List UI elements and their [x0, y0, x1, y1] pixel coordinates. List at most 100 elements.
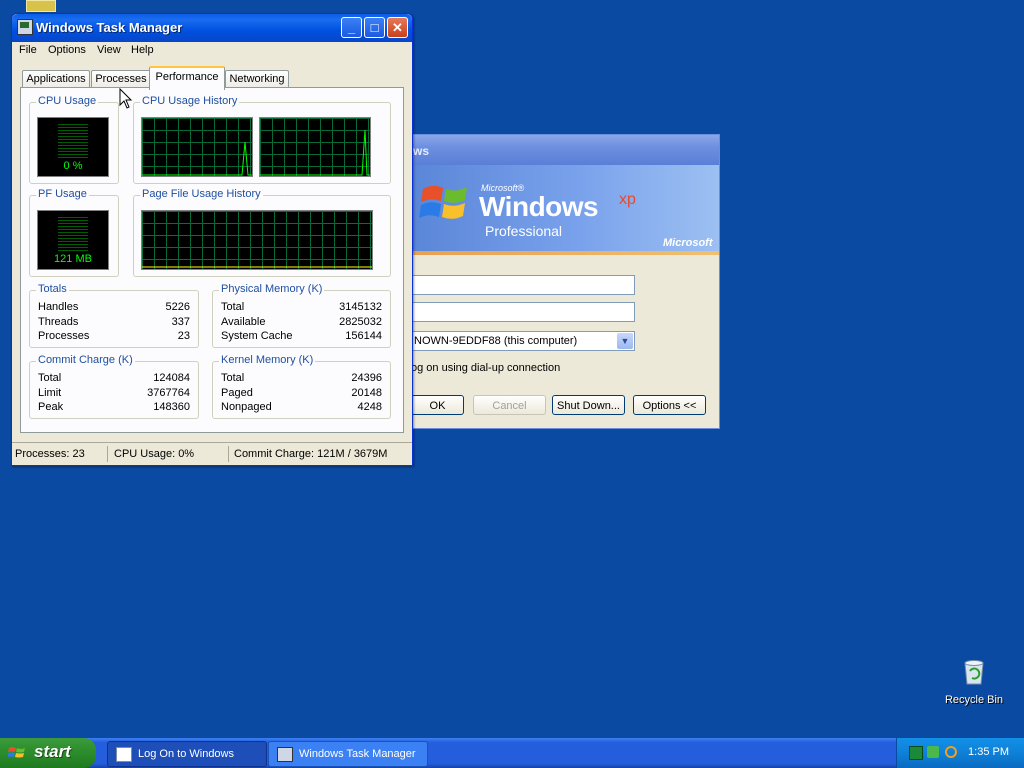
cpu-history-graph-2	[259, 117, 371, 177]
kernel-row: Paged 20148	[221, 387, 382, 401]
pf-history-label: Page File Usage History	[140, 188, 263, 200]
physical-row: Available 2825032	[221, 316, 382, 330]
window-icon	[116, 747, 132, 762]
brand-windows: Windows	[479, 191, 599, 222]
tm-title-text: Windows Task Manager	[36, 20, 183, 35]
kernel-memory-group: Kernel Memory (K) Total 24396 Paged 20148 …	[212, 354, 391, 419]
menu-file[interactable]: File	[19, 44, 37, 56]
taskbar-item-label: Log On to Windows	[138, 748, 234, 760]
mouse-cursor-icon	[119, 88, 133, 109]
row-value: 20148	[351, 387, 382, 399]
row-key: Threads	[38, 316, 79, 328]
row-value: 156144	[345, 330, 382, 342]
maximize-button[interactable]: □	[364, 17, 385, 38]
start-label: start	[34, 742, 71, 761]
totals-row: Handles 5226	[38, 301, 190, 315]
totals-row: Processes 23	[38, 330, 190, 344]
logon-title-text: ws	[413, 144, 430, 158]
row-key: Processes	[38, 330, 90, 342]
totals-group: Totals Handles 5226 Threads 337 Processes 2…	[29, 283, 199, 348]
row-value: 124084	[153, 372, 190, 384]
status-processes: Processes: 23	[12, 446, 108, 462]
taskbar-item-task-manager[interactable]: Windows Task Manager	[268, 741, 428, 767]
tray-network-icon[interactable]	[909, 746, 923, 760]
commit-row: Peak 148360	[38, 401, 190, 415]
row-key: Handles	[38, 301, 79, 313]
username-field[interactable]	[411, 275, 635, 295]
tab-strip: Applications Processes Performance Netwo…	[20, 66, 404, 90]
row-value: 3145132	[339, 301, 382, 313]
windows-flag-icon	[8, 747, 25, 758]
row-value: 23	[177, 330, 190, 342]
tab-performance[interactable]: Performance	[149, 66, 225, 90]
ok-button[interactable]: OK	[411, 395, 464, 415]
physical-memory-label: Physical Memory (K)	[219, 283, 325, 295]
taskbar-item-logon[interactable]: Log On to Windows	[107, 741, 267, 767]
tm-title-bar[interactable]: Windows Task Manager _ □ ✕	[12, 14, 412, 42]
cpu-usage-meter: 0 %	[37, 117, 109, 177]
tray-update-icon[interactable]	[927, 746, 939, 758]
shutdown-button[interactable]: Shut Down...	[552, 395, 625, 415]
pf-history-graph	[141, 210, 373, 270]
totals-row: Threads 337	[38, 316, 190, 330]
menu-view[interactable]: View	[97, 44, 121, 56]
tab-processes[interactable]: Processes	[91, 70, 151, 88]
password-field[interactable]	[411, 302, 635, 322]
cancel-button[interactable]: Cancel	[473, 395, 546, 415]
row-key: System Cache	[221, 330, 293, 342]
row-key: Nonpaged	[221, 401, 272, 413]
options-button[interactable]: Options <<	[633, 395, 706, 415]
physical-row: System Cache 156144	[221, 330, 382, 344]
dialup-checkbox-label[interactable]: og on using dial-up connection	[411, 362, 560, 374]
logon-domain-select[interactable]: NOWN-9EDDF88 (this computer) ▼	[411, 331, 635, 351]
logon-banner: Microsoft® Windows xp Professional Micro…	[411, 165, 719, 255]
row-value: 4248	[357, 401, 382, 413]
row-key: Limit	[38, 387, 62, 399]
chevron-down-icon[interactable]: ▼	[617, 333, 633, 349]
row-key: Paged	[221, 387, 253, 399]
menu-options[interactable]: Options	[48, 44, 86, 56]
meter-bars	[58, 124, 88, 158]
taskbar-item-label: Windows Task Manager	[299, 748, 416, 760]
performance-panel: CPU Usage 0 % CPU Usage History PF Usage…	[20, 87, 404, 433]
clock[interactable]: 1:35 PM	[968, 746, 1009, 758]
pf-usage-value: 121 MB	[54, 253, 92, 265]
logon-window: ws Microsoft® Windows xp Professional Mi…	[410, 134, 720, 429]
task-manager-window: Windows Task Manager _ □ ✕ File Options …	[11, 13, 413, 466]
recycle-bin-label[interactable]: Recycle Bin	[940, 694, 1008, 706]
commit-row: Limit 3767764	[38, 387, 190, 401]
close-button[interactable]: ✕	[387, 17, 408, 38]
kernel-row: Nonpaged 4248	[221, 401, 382, 415]
pf-usage-meter: 121 MB	[37, 210, 109, 270]
cpu-history-group: CPU Usage History	[133, 95, 391, 184]
meter-bars	[58, 217, 88, 251]
physical-row: Total 3145132	[221, 301, 382, 315]
cpu-usage-group: CPU Usage 0 %	[29, 95, 119, 184]
row-key: Peak	[38, 401, 64, 413]
pf-usage-group: PF Usage 121 MB	[29, 188, 119, 277]
task-manager-icon[interactable]	[17, 19, 33, 35]
row-key: Total	[38, 372, 62, 384]
status-cpu: CPU Usage: 0%	[111, 446, 229, 462]
row-key: Total	[221, 372, 245, 384]
desktop-icon-partial[interactable]	[26, 0, 56, 12]
totals-label: Totals	[36, 283, 69, 295]
brand-xp: xp	[619, 191, 636, 208]
tray-search-icon[interactable]	[945, 746, 957, 758]
row-value: 5226	[165, 301, 190, 313]
system-tray: 1:35 PM	[896, 738, 1024, 768]
recycle-bin-icon[interactable]	[960, 658, 988, 686]
logon-title-bar[interactable]: ws	[411, 135, 719, 165]
row-value: 148360	[153, 401, 190, 413]
commit-charge-label: Commit Charge (K)	[36, 354, 135, 366]
tab-applications[interactable]: Applications	[22, 70, 90, 88]
minimize-button[interactable]: _	[341, 17, 362, 38]
start-button[interactable]: start	[0, 738, 96, 768]
row-value: 24396	[351, 372, 382, 384]
cpu-usage-label: CPU Usage	[36, 95, 99, 107]
row-key: Total	[221, 301, 245, 313]
commit-charge-group: Commit Charge (K) Total 124084 Limit 37677…	[29, 354, 199, 419]
menu-help[interactable]: Help	[131, 44, 154, 56]
tab-networking[interactable]: Networking	[225, 70, 289, 88]
banner-strip	[411, 251, 719, 255]
